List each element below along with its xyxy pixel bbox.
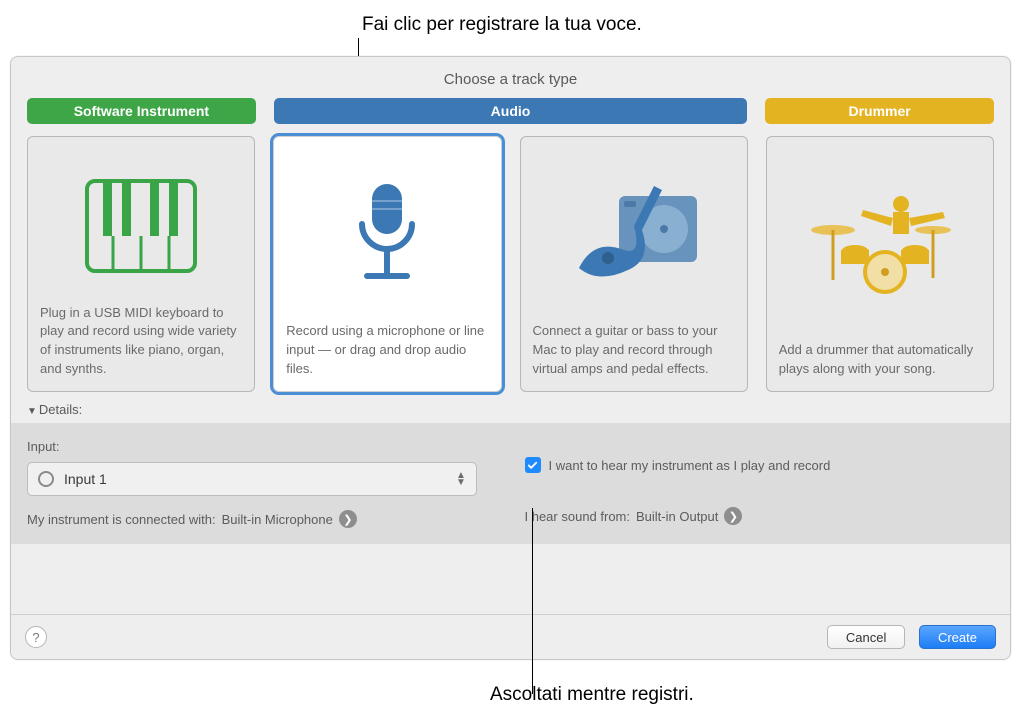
input-label: Input:	[27, 439, 497, 454]
tab-audio[interactable]: Audio	[274, 98, 747, 124]
dialog-footer: ? Cancel Create	[11, 614, 1010, 659]
details-panel: Input: Input 1 ▲▼ My instrument is conne…	[11, 423, 1010, 544]
card-software-text: Plug in a USB MIDI keyboard to play and …	[40, 304, 242, 379]
create-button[interactable]: Create	[919, 625, 996, 649]
microphone-icon	[286, 149, 488, 322]
tab-drummer[interactable]: Drummer	[765, 98, 994, 124]
monitor-checkbox-label: I want to hear my instrument as I play a…	[549, 458, 831, 473]
card-audio-mic[interactable]: Record using a microphone or line input …	[273, 136, 501, 392]
card-software-instrument[interactable]: Plug in a USB MIDI keyboard to play and …	[27, 136, 255, 392]
keyboard-icon	[40, 149, 242, 304]
track-type-cards: Plug in a USB MIDI keyboard to play and …	[11, 124, 1010, 392]
connected-prefix: My instrument is connected with:	[27, 512, 216, 527]
input-channel-icon	[38, 471, 54, 487]
output-prefix: I hear sound from:	[525, 509, 631, 524]
output-device-value: Built-in Output	[636, 509, 718, 524]
connected-device-line[interactable]: My instrument is connected with: Built-i…	[27, 510, 497, 528]
details-label: Details:	[39, 402, 82, 417]
details-disclosure[interactable]: ▼Details:	[11, 392, 1010, 423]
card-mic-text: Record using a microphone or line input …	[286, 322, 488, 379]
monitor-checkbox[interactable]	[525, 457, 541, 473]
card-audio-guitar[interactable]: Connect a guitar or bass to your Mac to …	[520, 136, 748, 392]
tab-software-instrument[interactable]: Software Instrument	[27, 98, 256, 124]
help-button[interactable]: ?	[25, 626, 47, 648]
card-drummer-text: Add a drummer that automatically plays a…	[779, 341, 981, 379]
guitar-amp-icon	[533, 149, 735, 322]
callout-top-text: Fai clic per registrare la tua voce.	[362, 14, 642, 36]
card-guitar-text: Connect a guitar or bass to your Mac to …	[533, 322, 735, 379]
drummer-icon	[779, 149, 981, 341]
arrow-right-icon: ❯	[724, 507, 742, 525]
new-track-dialog: Choose a track type Software Instrument …	[10, 56, 1011, 660]
arrow-right-icon: ❯	[339, 510, 357, 528]
input-select[interactable]: Input 1 ▲▼	[27, 462, 477, 496]
input-select-value: Input 1	[64, 471, 107, 487]
cancel-button[interactable]: Cancel	[827, 625, 905, 649]
connected-device-value: Built-in Microphone	[222, 512, 333, 527]
track-type-tabs: Software Instrument Audio Drummer	[11, 98, 1010, 124]
disclosure-triangle-icon: ▼	[27, 406, 37, 417]
select-chevrons-icon: ▲▼	[454, 472, 468, 486]
output-device-line[interactable]: I hear sound from: Built-in Output ❯	[525, 507, 995, 525]
callout-bottom-line	[532, 508, 533, 694]
dialog-title: Choose a track type	[11, 57, 1010, 98]
callout-bottom-text: Ascoltati mentre registri.	[490, 684, 694, 706]
card-drummer[interactable]: Add a drummer that automatically plays a…	[766, 136, 994, 392]
